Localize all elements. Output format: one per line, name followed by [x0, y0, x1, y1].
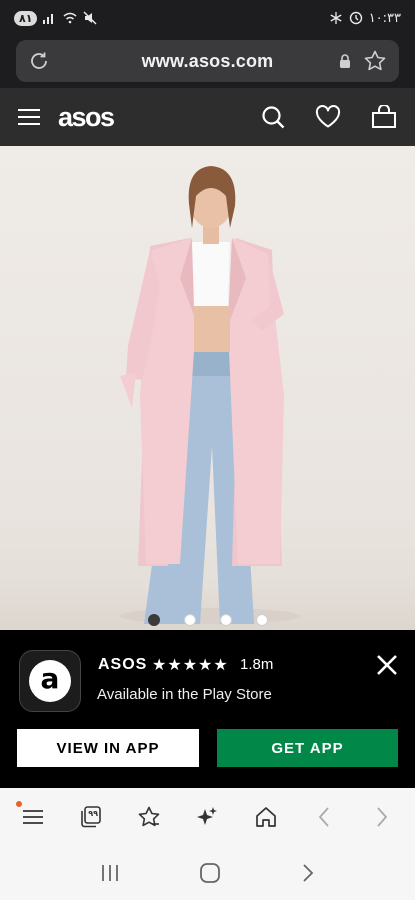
app-store-subtitle: Available in the Play Store — [97, 686, 272, 703]
status-bar: ۸۱ ۱۰:۳۳ — [0, 0, 415, 36]
app-icon-glyph: a — [29, 660, 71, 702]
lock-icon[interactable] — [339, 54, 351, 68]
view-in-app-button[interactable]: VIEW IN APP — [17, 729, 199, 767]
system-back-icon[interactable] — [301, 862, 315, 884]
rating-count: 1.8m — [240, 656, 274, 673]
address-bar[interactable]: www.asos.com — [16, 40, 399, 82]
snowflake-icon — [329, 11, 343, 25]
sparkle-icon[interactable] — [187, 797, 227, 837]
forward-icon[interactable] — [362, 797, 402, 837]
tabs-count: ۹۹ — [88, 809, 98, 818]
reload-icon[interactable] — [28, 50, 50, 72]
rating-stars: ★★★★★ — [152, 655, 229, 674]
system-navigation-bar — [0, 846, 415, 900]
home-icon[interactable] — [246, 797, 286, 837]
back-icon[interactable] — [304, 797, 344, 837]
wifi-icon — [63, 11, 77, 25]
hamburger-menu-icon[interactable] — [18, 108, 40, 126]
carousel-dot[interactable] — [255, 614, 268, 626]
recent-apps-icon[interactable] — [100, 864, 120, 882]
battery-indicator: ۸۱ — [14, 10, 38, 26]
browser-toolbar: ۹۹ — [0, 788, 415, 846]
carousel-dot[interactable] — [147, 614, 160, 626]
asos-app-icon: a — [19, 650, 81, 712]
carousel-indicators — [0, 614, 415, 626]
browser-address-area: www.asos.com — [0, 36, 415, 88]
get-app-button[interactable]: GET APP — [217, 729, 398, 767]
star-outline-icon[interactable] — [363, 49, 387, 73]
model-figure — [120, 166, 300, 624]
close-icon[interactable] — [374, 652, 400, 678]
bookmarks-button[interactable] — [129, 797, 169, 837]
app-install-banner: a ASOS ★★★★★ 1.8m Available in the Play … — [0, 630, 415, 788]
browser-menu-button[interactable] — [13, 797, 53, 837]
heart-icon[interactable] — [315, 105, 341, 129]
asos-logo[interactable]: asos — [58, 103, 115, 131]
product-image[interactable] — [0, 146, 415, 630]
carousel-dot[interactable] — [219, 614, 232, 626]
app-name: ASOS — [98, 656, 148, 673]
notification-dot — [16, 801, 23, 807]
shopping-bag-icon[interactable] — [371, 105, 397, 129]
alarm-icon — [349, 11, 363, 25]
signal-icon — [43, 11, 57, 25]
carousel-dot[interactable] — [183, 614, 196, 626]
tabs-button[interactable]: ۹۹ — [71, 797, 111, 837]
site-header: asos — [0, 88, 415, 146]
mute-icon — [83, 11, 97, 25]
home-button-icon[interactable] — [199, 862, 221, 884]
search-icon[interactable] — [261, 105, 285, 129]
clock-time: ۱۰:۳۳ — [368, 10, 401, 26]
